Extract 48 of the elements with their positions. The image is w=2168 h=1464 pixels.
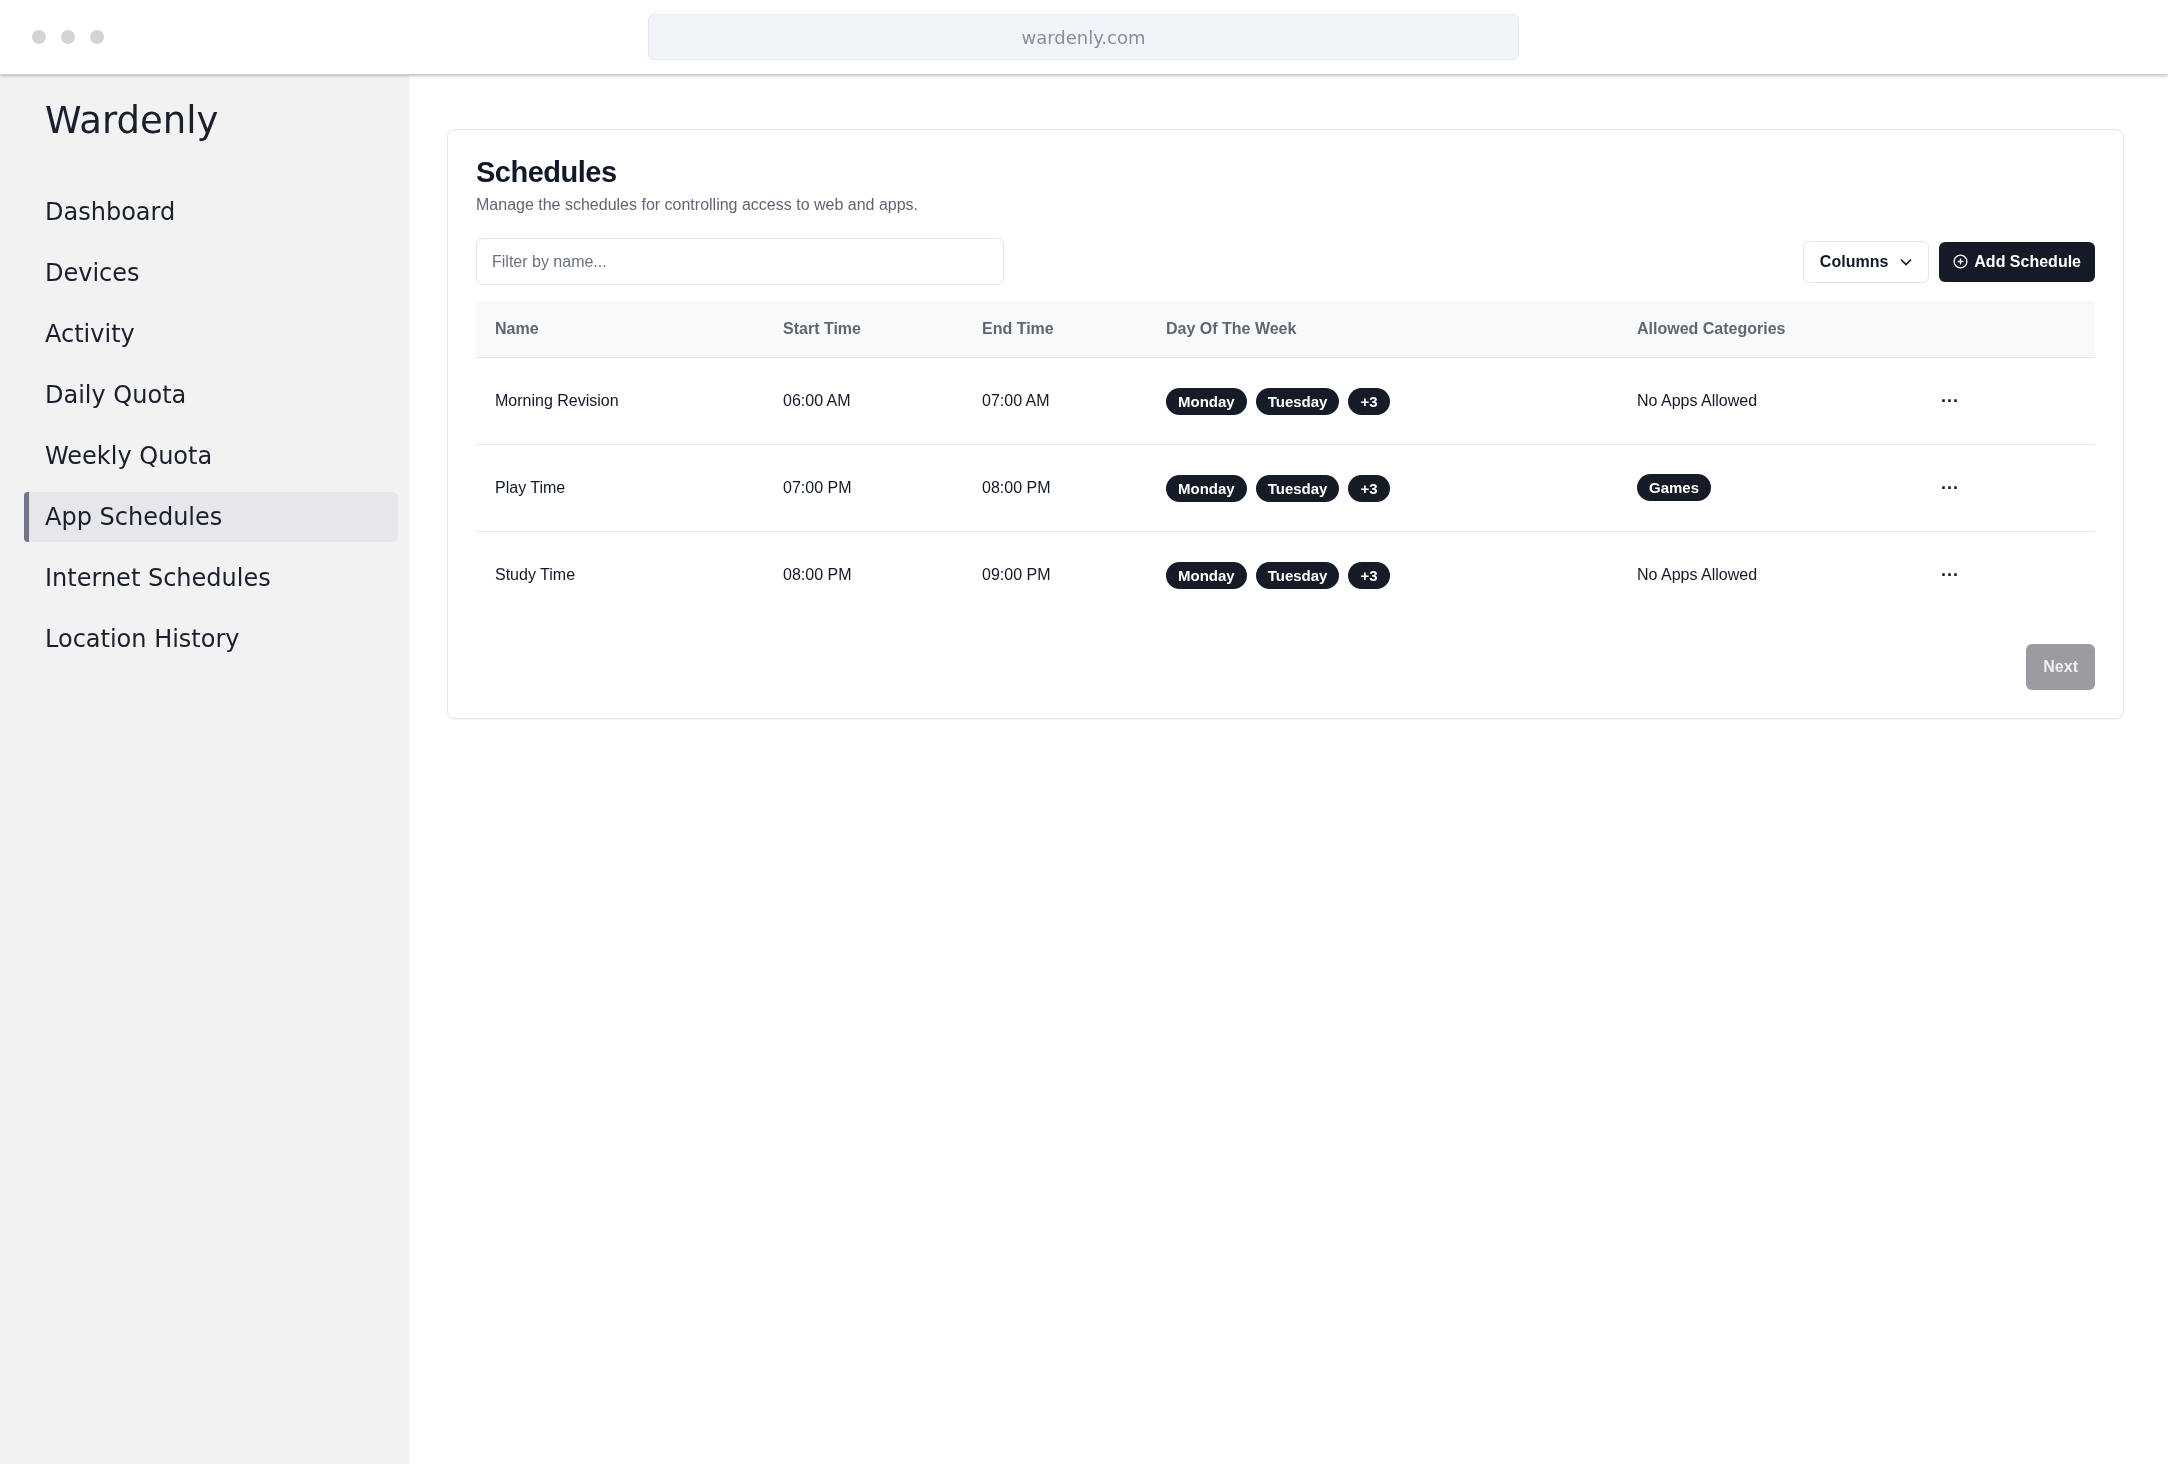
table-cell-text: 08:00 PM	[982, 479, 1052, 497]
category-badge: Games	[1637, 474, 1712, 501]
table-cell-text: Study Time	[495, 566, 577, 584]
day-badge: Monday	[1166, 474, 1247, 502]
column-header: Start Time	[783, 320, 862, 338]
table-cell-text: 08:00 PM	[783, 566, 853, 584]
table-cell-text: 07:00 AM	[982, 392, 1051, 410]
day-badge: Monday	[1166, 561, 1247, 589]
page-subtitle: Manage the schedules for controlling access to web and apps.	[476, 196, 920, 214]
table-cell-text: 06:00 AM	[783, 392, 852, 410]
day-badge: Tuesday	[1255, 474, 1340, 502]
table-cell: No Apps Allowed	[1637, 566, 1758, 583]
app-logo-text: Wardenly	[45, 98, 220, 144]
sidebar-item[interactable]: Location History	[24, 614, 398, 664]
filter-input[interactable]: Filter by name...	[476, 238, 1004, 285]
sidebar-item[interactable]: Activity	[24, 309, 398, 359]
sidebar-item[interactable]: Dashboard	[24, 187, 398, 237]
column-header: End Time	[982, 320, 1055, 338]
day-badge: Monday	[1166, 387, 1247, 415]
sidebar-item[interactable]: Internet Schedules	[24, 553, 398, 603]
column-header: Allowed Categories	[1637, 320, 1787, 338]
sidebar-item[interactable]: App Schedules	[24, 492, 398, 542]
table-cell-text: Play Time	[495, 479, 567, 497]
plus-circle-icon	[1953, 254, 1969, 269]
sidebar-item[interactable]: Daily Quota	[24, 370, 398, 420]
column-header: Day Of The Week	[1166, 320, 1298, 338]
day-badge: Tuesday	[1255, 387, 1340, 415]
row-actions-button[interactable]: ···	[1937, 388, 1963, 414]
day-badge: +3	[1348, 387, 1390, 415]
table-cell-text: Morning Revision	[495, 392, 620, 410]
window-dot-icon	[32, 30, 46, 44]
day-badge: +3	[1348, 561, 1390, 589]
sidebar-item[interactable]: Devices	[24, 248, 398, 298]
table-cell: No Apps Allowed	[1637, 392, 1758, 409]
chevron-down-icon	[1900, 257, 1913, 266]
row-actions-button[interactable]: ···	[1937, 562, 1963, 588]
day-badge: +3	[1348, 474, 1390, 502]
table-cell-text: 09:00 PM	[982, 566, 1052, 584]
day-badge: Tuesday	[1255, 561, 1340, 589]
add-schedule-button[interactable]: Add Schedule	[1939, 241, 2095, 282]
column-header: Name	[495, 320, 540, 338]
row-actions-button[interactable]: ···	[1937, 475, 1963, 501]
window-dot-icon	[90, 30, 104, 44]
columns-button[interactable]: Columns	[1802, 240, 1930, 283]
table-cell-text: 07:00 PM	[783, 479, 853, 497]
window-dot-icon	[61, 30, 75, 44]
page-title: Schedules	[476, 155, 618, 190]
sidebar-item[interactable]: Weekly Quota	[24, 431, 398, 481]
